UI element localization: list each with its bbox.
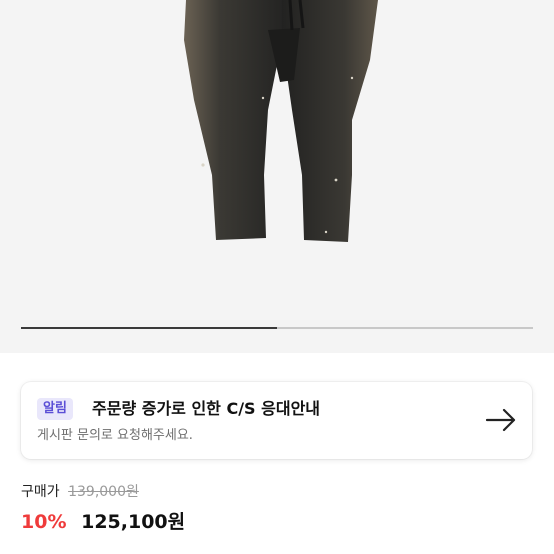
carousel-progress-track[interactable] bbox=[21, 327, 533, 329]
jeans-photo bbox=[184, 0, 378, 242]
price-label: 구매가 bbox=[21, 484, 60, 500]
notice-card[interactable]: 알림 주문량 증가로 인한 C/S 응대안내 게시판 문의로 요청해주세요. bbox=[21, 382, 532, 459]
final-price: 125,100원 bbox=[81, 511, 186, 533]
price-row: 10% 125,100원 bbox=[21, 508, 185, 536]
discount-rate: 10% bbox=[21, 511, 67, 533]
notice-title: 주문량 증가로 인한 C/S 응대안내 bbox=[92, 399, 321, 418]
notice-badge: 알림 bbox=[37, 398, 73, 420]
original-price: 139,000원 bbox=[68, 484, 139, 500]
notice-subtitle: 게시판 문의로 요청해주세요. bbox=[37, 428, 193, 443]
carousel-progress-fill bbox=[21, 327, 277, 329]
arrow-right-icon[interactable] bbox=[484, 403, 518, 437]
price-label-row: 구매가 139,000원 bbox=[21, 482, 139, 502]
product-image[interactable] bbox=[0, 0, 554, 353]
